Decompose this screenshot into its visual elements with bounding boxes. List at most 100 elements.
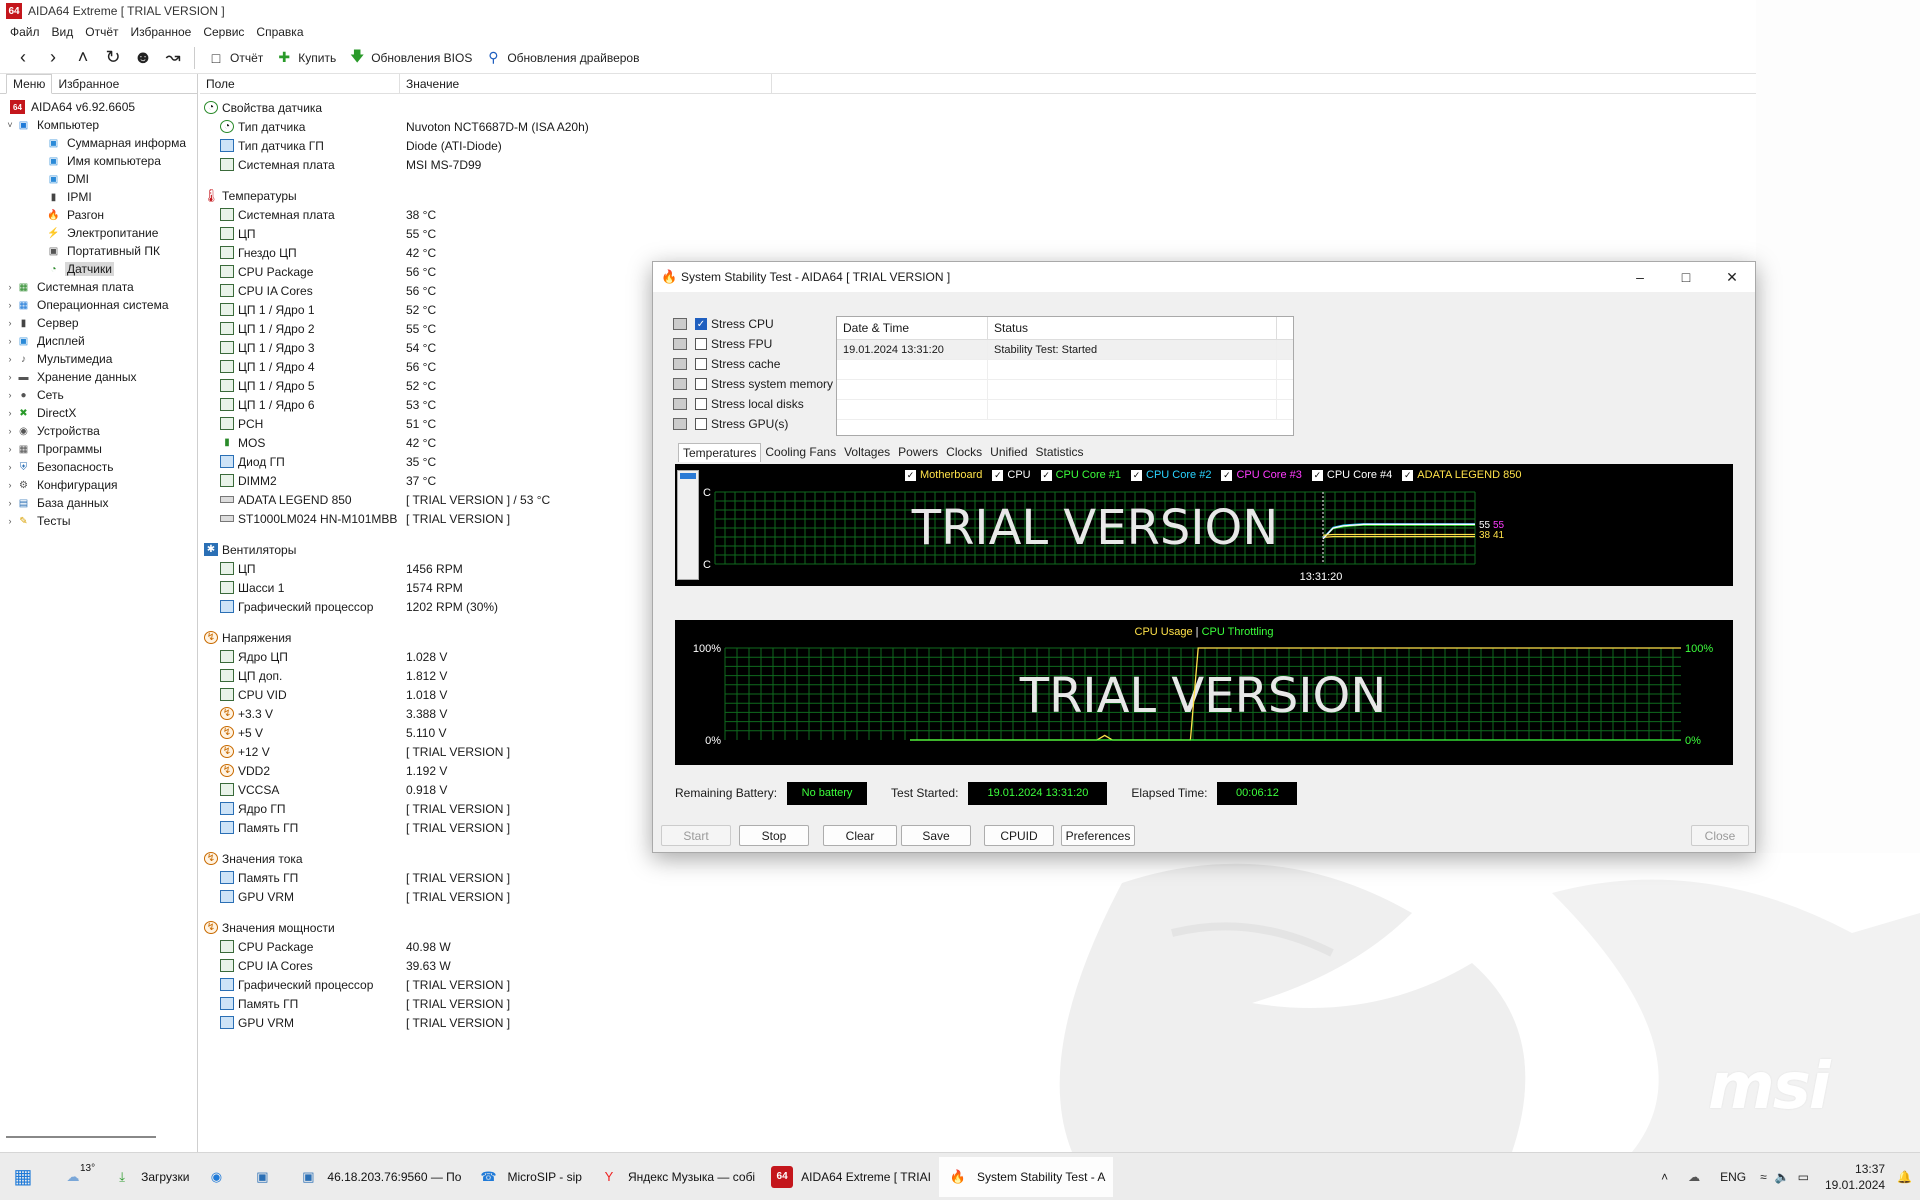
tab-cooling-fans[interactable]: Cooling Fans <box>761 443 840 462</box>
clear-button[interactable]: Clear <box>823 825 897 846</box>
taskbar-app-3[interactable]: ▣ 46.18.203.76:9560 — По <box>289 1157 469 1197</box>
stress-option-3[interactable]: Stress system memory <box>673 374 833 394</box>
table-row[interactable]: CPU Package 56 °C <box>200 262 589 281</box>
expand-chevron-icon[interactable]: › <box>4 318 16 328</box>
sidebar-item-20[interactable]: › ⚙ Конфигурация <box>0 476 196 494</box>
wifi-icon[interactable]: ≈ <box>1760 1170 1767 1184</box>
table-row[interactable]: ↯ VDD2 1.192 V <box>200 761 589 780</box>
table-row[interactable]: CPU VID 1.018 V <box>200 685 589 704</box>
table-row[interactable]: ЦП 1 / Ядро 6 53 °C <box>200 395 589 414</box>
dialog-maximize-button[interactable]: □ <box>1663 262 1709 292</box>
expand-chevron-icon[interactable]: › <box>4 444 16 454</box>
driver-update-button[interactable]: ⚲ Обновления драйверов <box>478 44 645 72</box>
table-row[interactable]: Системная плата 38 °C <box>200 205 589 224</box>
table-row[interactable]: GPU VRM [ TRIAL VERSION ] <box>200 887 589 906</box>
table-row[interactable]: Ядро ЦП 1.028 V <box>200 647 589 666</box>
close-dialog-button[interactable]: Close <box>1691 825 1749 846</box>
expand-chevron-icon[interactable]: › <box>4 462 16 472</box>
table-row[interactable]: Память ГП [ TRIAL VERSION ] <box>200 818 589 837</box>
sidebar-item-15[interactable]: › ● Сеть <box>0 386 196 404</box>
sidebar-item-18[interactable]: › ▦ Программы <box>0 440 196 458</box>
clock[interactable]: 13:37 19.01.2024 <box>1825 1161 1885 1193</box>
save-button[interactable]: Save <box>901 825 971 846</box>
table-row[interactable]: ЦП доп. 1.812 V <box>200 666 589 685</box>
table-row[interactable]: GPU VRM [ TRIAL VERSION ] <box>200 1013 589 1032</box>
tree-root[interactable]: 64 AIDA64 v6.92.6605 <box>0 98 196 116</box>
table-row[interactable]: ЦП 55 °C <box>200 224 589 243</box>
expand-chevron-icon[interactable]: › <box>4 282 16 292</box>
onedrive-icon[interactable]: ☁ <box>1688 1170 1700 1184</box>
tab-unified[interactable]: Unified <box>986 443 1031 462</box>
table-row[interactable]: Ядро ГП [ TRIAL VERSION ] <box>200 799 589 818</box>
stress-checkbox[interactable] <box>695 338 707 350</box>
taskbar-app-6[interactable]: 64 AIDA64 Extreme [ TRIAI <box>763 1157 939 1197</box>
expand-chevron-icon[interactable]: › <box>4 372 16 382</box>
sidebar-item-11[interactable]: › ▮ Сервер <box>0 314 196 332</box>
preferences-button[interactable]: Preferences <box>1061 825 1135 846</box>
table-row[interactable]: ЦП 1456 RPM <box>200 559 589 578</box>
taskbar-app-0[interactable]: ⤓ Загрузки <box>103 1157 197 1197</box>
column-status[interactable]: Status <box>988 317 1277 339</box>
tab-clocks[interactable]: Clocks <box>942 443 986 462</box>
table-row[interactable]: ЦП 1 / Ядро 1 52 °C <box>200 300 589 319</box>
stop-button[interactable]: Stop <box>739 825 809 846</box>
tab-favorites[interactable]: Избранное <box>52 75 125 93</box>
table-row[interactable]: ST1000LM024 HN-M101MBB [ TRIAL VERSION ] <box>200 509 589 528</box>
sidebar-item-5[interactable]: 🔥 Разгон <box>0 206 196 224</box>
table-row[interactable]: Память ГП [ TRIAL VERSION ] <box>200 994 589 1013</box>
sidebar-item-3[interactable]: ▣ DMI <box>0 170 196 188</box>
stress-option-2[interactable]: Stress cache <box>673 354 833 374</box>
sidebar-item-7[interactable]: ▣ Портативный ПК <box>0 242 196 260</box>
weather-widget[interactable]: ☁ 13° <box>54 1157 103 1197</box>
sensor-list-scrollbar[interactable] <box>677 470 699 580</box>
table-row[interactable]: ЦП 1 / Ядро 3 54 °C <box>200 338 589 357</box>
table-row[interactable]: ↯ +3.3 V 3.388 V <box>200 704 589 723</box>
expand-chevron-icon[interactable]: › <box>4 408 16 418</box>
stress-option-4[interactable]: Stress local disks <box>673 394 833 414</box>
table-row[interactable]: CPU IA Cores 39.63 W <box>200 956 589 975</box>
horizontal-scrollbar[interactable] <box>6 1136 156 1138</box>
sidebar-item-22[interactable]: › ✎ Тесты <box>0 512 196 530</box>
table-row[interactable]: VCCSA 0.918 V <box>200 780 589 799</box>
sidebar-item-17[interactable]: › ◉ Устройства <box>0 422 196 440</box>
chart-icon[interactable]: ↝ <box>158 44 188 72</box>
bios-update-button[interactable]: 🡇 Обновления BIOS <box>342 44 478 72</box>
menu-item-2[interactable]: Отчёт <box>79 25 124 39</box>
stress-checkbox[interactable] <box>695 358 707 370</box>
language-indicator[interactable]: ENG <box>1720 1170 1746 1184</box>
table-row[interactable]: CPU IA Cores 56 °C <box>200 281 589 300</box>
taskbar-app-2[interactable]: ▣ <box>243 1157 289 1197</box>
taskbar-app-7[interactable]: 🔥 System Stability Test - A <box>938 1156 1114 1197</box>
report-button[interactable]: □ Отчёт <box>201 44 269 72</box>
user-icon[interactable]: ☻ <box>128 44 158 72</box>
cpuid-button[interactable]: CPUID <box>984 825 1054 846</box>
group-header[interactable]: 🌡 Температуры <box>200 186 589 205</box>
sidebar-item-0[interactable]: ˅ ▣ Компьютер <box>0 116 196 134</box>
tab-statistics[interactable]: Statistics <box>1032 443 1088 462</box>
sidebar-item-2[interactable]: ▣ Имя компьютера <box>0 152 196 170</box>
table-row[interactable]: ◔ Тип датчика Nuvoton NCT6687D-M (ISA A20h… <box>200 117 589 136</box>
stress-option-0[interactable]: ✓ Stress CPU <box>673 314 833 334</box>
stress-option-5[interactable]: Stress GPU(s) <box>673 414 833 434</box>
expand-chevron-icon[interactable]: › <box>4 336 16 346</box>
menu-item-1[interactable]: Вид <box>46 25 80 39</box>
group-header[interactable]: ◔ Свойства датчика <box>200 98 589 117</box>
table-row[interactable]: DIMM2 37 °C <box>200 471 589 490</box>
buy-button[interactable]: ✚ Купить <box>269 44 342 72</box>
sidebar-item-16[interactable]: › ✖ DirectX <box>0 404 196 422</box>
dialog-close-button[interactable]: ✕ <box>1709 262 1755 292</box>
start-button[interactable]: Start <box>661 825 731 846</box>
start-button[interactable]: ▦ <box>0 1157 54 1197</box>
notification-bell-icon[interactable]: 🔔 <box>1897 1170 1912 1184</box>
expand-chevron-icon[interactable]: › <box>4 300 16 310</box>
menu-item-4[interactable]: Сервис <box>197 25 250 39</box>
group-header[interactable]: ✱ Вентиляторы <box>200 540 589 559</box>
sidebar-item-4[interactable]: ▮ IPMI <box>0 188 196 206</box>
sidebar-item-13[interactable]: › ♪ Мультимедиа <box>0 350 196 368</box>
stress-option-1[interactable]: Stress FPU <box>673 334 833 354</box>
sidebar-item-21[interactable]: › ▤ База данных <box>0 494 196 512</box>
back-arrow-icon[interactable]: ‹ <box>8 44 38 72</box>
collapse-chevron-icon[interactable]: ˅ <box>4 120 16 130</box>
tab-temperatures[interactable]: Temperatures <box>678 443 762 462</box>
table-row[interactable]: Память ГП [ TRIAL VERSION ] <box>200 868 589 887</box>
